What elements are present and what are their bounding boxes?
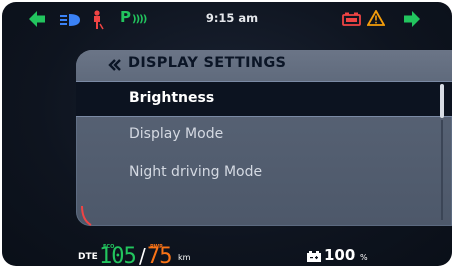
battery-unit: %: [360, 253, 368, 262]
menu-item-label: Night driving Mode: [129, 164, 263, 180]
pwr-range-value: 75: [147, 244, 172, 266]
menu-item-display-mode[interactable]: Display Mode: [76, 118, 452, 154]
back-chevron-icon[interactable]: [108, 58, 122, 72]
menu-header: DISPLAY SETTINGS: [76, 50, 452, 82]
battery-level-value: 100: [324, 246, 356, 264]
menu-item-label: Display Mode: [129, 126, 224, 142]
battery-icon: [307, 251, 321, 262]
headlight-beam-icon: [60, 14, 80, 26]
range-separator: /: [139, 244, 146, 266]
hazard-warning-icon: [367, 10, 385, 26]
clock-time: 9:15 am: [205, 11, 259, 25]
menu-item-label: Brightness: [129, 90, 215, 106]
bottom-bar: DTE ECO 105 / PWR 75 km 100 %: [2, 234, 452, 266]
battery-warning-icon: [342, 12, 361, 26]
arrow-left-icon: [29, 11, 45, 27]
dashboard-screen: P)))) 9:15 am DISPLAY SETTINGS Brightnes…: [2, 2, 452, 266]
range-unit: km: [178, 253, 191, 262]
status-bar: P)))) 9:15 am: [2, 2, 452, 36]
menu-title: DISPLAY SETTINGS: [128, 55, 287, 71]
scrollbar-track[interactable]: [441, 120, 443, 220]
dte-label: DTE: [78, 252, 98, 262]
eco-range-value: 105: [99, 244, 137, 266]
scrollbar-thumb[interactable]: [440, 84, 444, 118]
side-stand-person-icon: [94, 10, 104, 30]
panel-corner-accent: [81, 206, 92, 226]
menu-item-brightness[interactable]: Brightness: [76, 81, 452, 117]
settings-menu-panel: DISPLAY SETTINGS Brightness Display Mode…: [76, 50, 452, 226]
menu-item-night-driving-mode[interactable]: Night driving Mode: [76, 156, 452, 192]
arrow-right-icon: [404, 11, 420, 27]
parking-icon: P)))): [120, 8, 147, 26]
